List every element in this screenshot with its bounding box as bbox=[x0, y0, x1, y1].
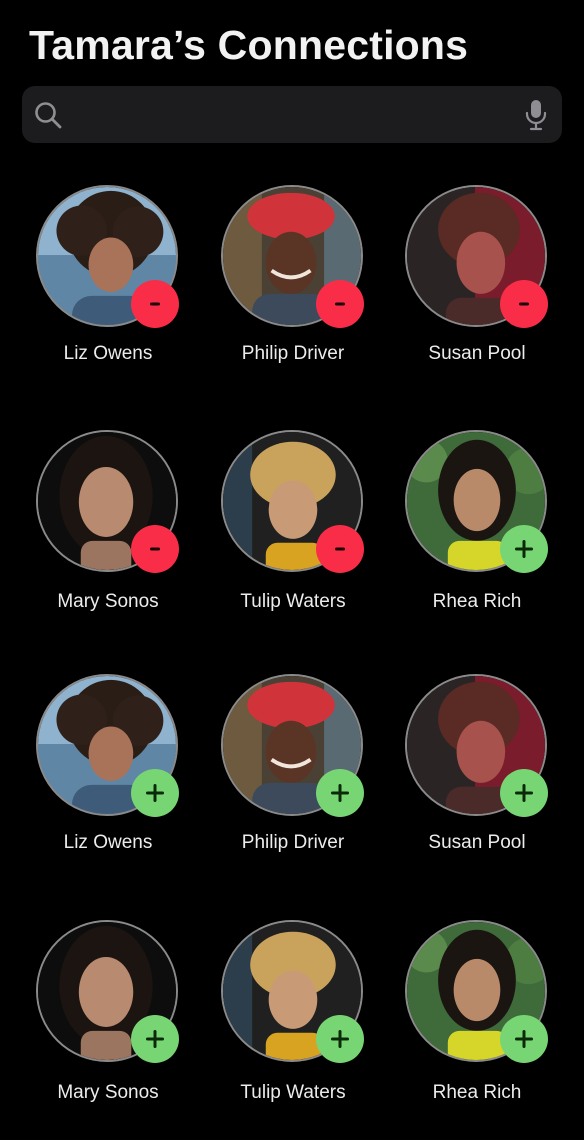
connection-card[interactable]: Rhea Rich bbox=[380, 920, 564, 1140]
plus-icon bbox=[146, 1030, 164, 1048]
connection-card[interactable]: Philip Driver bbox=[196, 185, 380, 405]
add-connection-button[interactable] bbox=[500, 1015, 548, 1063]
add-connection-button[interactable] bbox=[500, 525, 548, 573]
connection-card[interactable]: Liz Owens bbox=[11, 185, 195, 405]
add-connection-button[interactable] bbox=[131, 1015, 179, 1063]
plus-icon bbox=[146, 784, 164, 802]
connection-name: Susan Pool bbox=[428, 343, 526, 364]
add-connection-button[interactable] bbox=[316, 1015, 364, 1063]
connection-name: Liz Owens bbox=[63, 832, 153, 853]
connection-name: Rhea Rich bbox=[432, 1082, 522, 1103]
minus-icon bbox=[335, 547, 345, 551]
connection-card[interactable]: Mary Sonos bbox=[11, 920, 195, 1140]
remove-connection-button[interactable] bbox=[131, 280, 179, 328]
minus-icon bbox=[150, 302, 160, 306]
connection-name: Philip Driver bbox=[241, 343, 345, 364]
add-connection-button[interactable] bbox=[500, 769, 548, 817]
connection-card[interactable]: Mary Sonos bbox=[11, 430, 195, 650]
plus-icon bbox=[515, 540, 533, 558]
remove-connection-button[interactable] bbox=[500, 280, 548, 328]
plus-icon bbox=[515, 1030, 533, 1048]
connection-name: Tulip Waters bbox=[240, 1082, 346, 1103]
connection-name: Liz Owens bbox=[63, 343, 153, 364]
add-connection-button[interactable] bbox=[316, 769, 364, 817]
plus-icon bbox=[331, 784, 349, 802]
mic-icon[interactable] bbox=[524, 99, 548, 131]
minus-icon bbox=[150, 547, 160, 551]
connection-card[interactable]: Susan Pool bbox=[380, 185, 564, 405]
search-input[interactable] bbox=[76, 94, 520, 136]
connection-card[interactable]: Susan Pool bbox=[380, 674, 564, 894]
connection-card[interactable]: Tulip Waters bbox=[196, 920, 380, 1140]
connection-card[interactable]: Rhea Rich bbox=[380, 430, 564, 650]
connection-name: Philip Driver bbox=[241, 832, 345, 853]
page-title: Tamara’s Connections bbox=[29, 22, 469, 68]
connection-name: Tulip Waters bbox=[240, 591, 346, 612]
remove-connection-button[interactable] bbox=[316, 280, 364, 328]
search-bar[interactable] bbox=[22, 86, 562, 143]
connection-name: Susan Pool bbox=[428, 832, 526, 853]
connection-name: Mary Sonos bbox=[57, 591, 159, 612]
minus-icon bbox=[335, 302, 345, 306]
connection-card[interactable]: Philip Driver bbox=[196, 674, 380, 894]
minus-icon bbox=[519, 302, 529, 306]
plus-icon bbox=[331, 1030, 349, 1048]
connection-name: Mary Sonos bbox=[57, 1082, 159, 1103]
connection-name: Rhea Rich bbox=[432, 591, 522, 612]
connection-card[interactable]: Tulip Waters bbox=[196, 430, 380, 650]
remove-connection-button[interactable] bbox=[316, 525, 364, 573]
add-connection-button[interactable] bbox=[131, 769, 179, 817]
search-icon bbox=[35, 102, 62, 129]
connection-card[interactable]: Liz Owens bbox=[11, 674, 195, 894]
remove-connection-button[interactable] bbox=[131, 525, 179, 573]
plus-icon bbox=[515, 784, 533, 802]
